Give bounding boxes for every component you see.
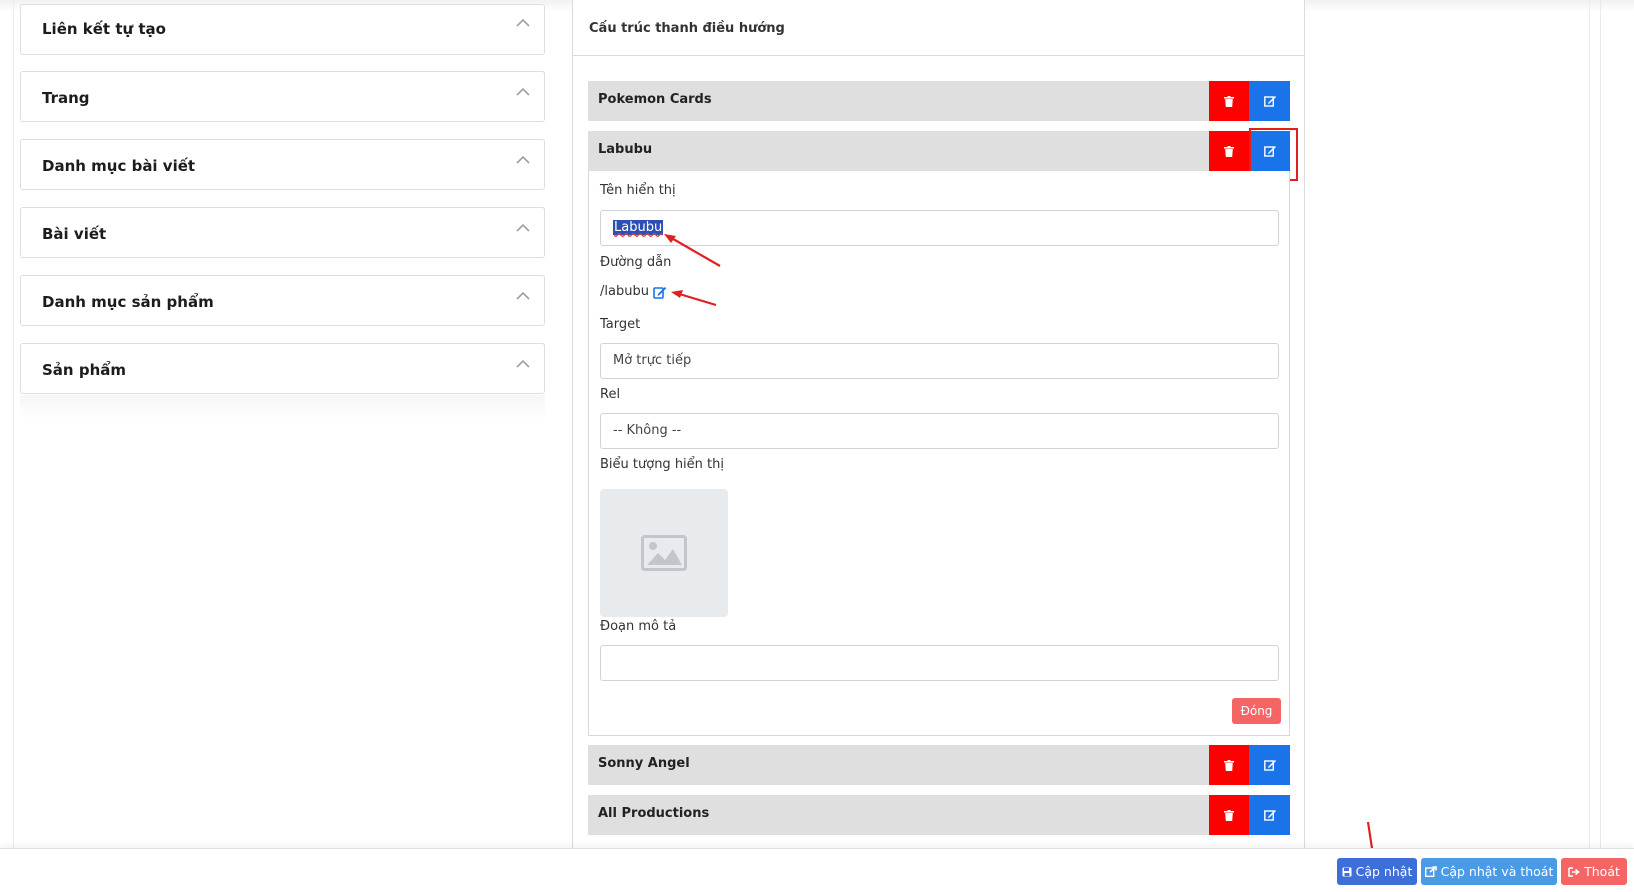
accordion-title: Danh mục sản phẩm [42, 293, 214, 311]
target-value: Mở trực tiếp [613, 353, 692, 368]
share-square-icon [1424, 866, 1437, 877]
description-label: Đoạn mô tả [600, 619, 677, 634]
footer-action-bar: Cập nhật Cập nhật và thoát Thoát [0, 848, 1634, 892]
chevron-up-icon[interactable] [515, 221, 531, 235]
update-and-exit-button[interactable]: Cập nhật và thoát [1421, 858, 1557, 885]
accordion-title: Bài viết [42, 225, 107, 243]
delete-button[interactable] [1209, 81, 1249, 121]
nav-item-label: Pokemon Cards [598, 92, 712, 107]
trash-icon [1224, 95, 1234, 107]
annotation-arrow-icon [664, 234, 721, 267]
target-label: Target [600, 317, 641, 332]
delete-button[interactable] [1209, 795, 1249, 835]
rel-select[interactable]: -- Không -- [600, 413, 1279, 449]
accordion-posts[interactable]: Bài viết [20, 207, 545, 258]
icon-image-picker[interactable] [600, 489, 728, 617]
edit-path-icon[interactable] [653, 285, 667, 299]
rel-label: Rel [600, 387, 621, 402]
chevron-up-icon[interactable] [515, 85, 531, 99]
exit-label: Thoát [1584, 864, 1620, 879]
scrollbar-track[interactable] [1600, 0, 1601, 848]
nav-structure-header: Cấu trúc thanh điều hướng [573, 0, 1304, 56]
nav-item-all-productions[interactable]: All Productions [588, 795, 1290, 835]
path-value: /labubu [600, 284, 649, 299]
nav-item-label: All Productions [598, 806, 710, 821]
chevron-up-icon[interactable] [515, 357, 531, 371]
content-edge-right [1589, 0, 1590, 848]
chevron-up-icon[interactable] [515, 289, 531, 303]
delete-button[interactable] [1209, 745, 1249, 785]
edit-icon [1263, 760, 1276, 771]
edit-button[interactable] [1249, 795, 1290, 835]
rel-value: -- Không -- [613, 423, 682, 438]
trash-icon [1224, 809, 1234, 821]
icon-label: Biểu tượng hiển thị [600, 457, 724, 472]
accordion-post-categories[interactable]: Danh mục bài viết [20, 139, 545, 190]
update-button[interactable]: Cập nhật [1337, 858, 1417, 885]
path-row: /labubu [600, 284, 667, 299]
edit-icon [1263, 96, 1276, 107]
nav-item-label: Labubu [598, 142, 653, 157]
trash-icon [1224, 759, 1234, 771]
nav-item-sonny-angel[interactable]: Sonny Angel [588, 745, 1290, 785]
menu-editor-page: Liên kết tự tạo Trang Danh mục bài viết … [0, 0, 1634, 892]
chevron-up-icon[interactable] [515, 153, 531, 167]
accordion-custom-links[interactable]: Liên kết tự tạo [20, 4, 545, 55]
description-input[interactable] [600, 645, 1279, 681]
delete-button[interactable] [1209, 131, 1249, 171]
close-edit-button[interactable]: Đóng [1232, 698, 1281, 724]
trash-icon [1224, 145, 1234, 157]
annotation-arrow-icon [671, 290, 717, 307]
display-name-value: Labubu [613, 220, 664, 235]
accordion-title: Sản phẩm [42, 361, 126, 379]
image-placeholder-icon [641, 535, 687, 571]
save-icon [1342, 867, 1352, 876]
sign-out-icon [1568, 866, 1580, 877]
selected-text: Labubu [613, 220, 664, 235]
edit-button[interactable] [1249, 81, 1290, 121]
display-name-label: Tên hiển thị [600, 183, 676, 198]
nav-item-label: Sonny Angel [598, 756, 690, 771]
accordion-products[interactable]: Sản phẩm [20, 343, 545, 394]
nav-structure-title: Cấu trúc thanh điều hướng [589, 21, 785, 36]
update-and-exit-label: Cập nhật và thoát [1440, 864, 1554, 879]
accordion-title: Danh mục bài viết [42, 157, 196, 175]
target-select[interactable]: Mở trực tiếp [600, 343, 1279, 379]
edit-button[interactable] [1249, 745, 1290, 785]
accordion-title: Trang [42, 89, 90, 107]
nav-item-labubu[interactable]: Labubu [588, 131, 1290, 171]
nav-item-pokemon-cards[interactable]: Pokemon Cards [588, 81, 1290, 121]
update-label: Cập nhật [1355, 864, 1413, 879]
accordion-pages[interactable]: Trang [20, 71, 545, 122]
edit-icon [1263, 810, 1276, 821]
content-edge-left [13, 0, 14, 848]
accordion-shadow [20, 395, 545, 420]
exit-button[interactable]: Thoát [1561, 858, 1627, 885]
accordion-product-categories[interactable]: Danh mục sản phẩm [20, 275, 545, 326]
accordion-title: Liên kết tự tạo [42, 20, 166, 38]
chevron-up-icon[interactable] [515, 16, 531, 30]
